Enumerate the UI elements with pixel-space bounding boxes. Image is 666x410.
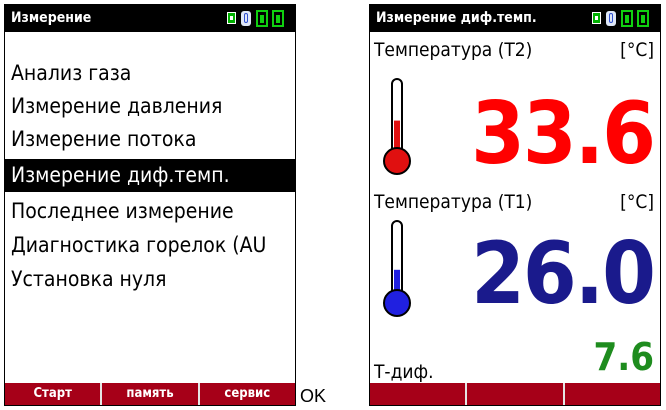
bluetooth-icon <box>241 11 251 26</box>
softkey-right[interactable] <box>564 383 660 405</box>
thermometer-icon <box>383 220 411 317</box>
start-button[interactable]: Старт <box>5 383 103 405</box>
battery-icon <box>272 10 284 27</box>
battery-icon <box>621 10 633 27</box>
softkey-middle[interactable] <box>467 383 565 405</box>
title-bar: Измерение диф.темп. <box>370 5 660 32</box>
t1-unit: [°C] <box>620 191 654 213</box>
t2-label: Температура (T2) <box>374 39 533 61</box>
screen-title: Измерение <box>11 10 92 26</box>
delta-label: Т-диф. <box>374 361 434 383</box>
menu-item-last-measurement[interactable]: Последнее измерение <box>5 195 295 228</box>
battery-icon <box>637 10 649 27</box>
menu-item-gas-analysis[interactable]: Анализ газа <box>5 57 295 90</box>
screen-title: Измерение диф.темп. <box>376 10 537 26</box>
menu-item-burner-diagnostics[interactable]: Диагностика горелок (AU <box>5 229 295 262</box>
service-button[interactable]: сервис <box>199 383 295 405</box>
t2-value: 33.6 <box>471 84 656 184</box>
softkey-left[interactable] <box>370 383 468 405</box>
t1-label: Температура (T1) <box>374 191 533 213</box>
ok-label: OK <box>300 386 327 406</box>
probe-icon <box>592 12 601 24</box>
menu-item-zero-setting[interactable]: Установка нуля <box>5 263 295 296</box>
status-icons <box>592 10 656 28</box>
status-icons <box>227 10 291 28</box>
battery-icon <box>256 10 268 27</box>
menu-item-diff-temp-measurement[interactable]: Измерение диф.темп. <box>5 159 295 192</box>
t2-unit: [°C] <box>620 39 654 61</box>
softkey-bar: Старт память сервис <box>5 383 295 405</box>
title-bar: Измерение <box>5 5 295 32</box>
t1-value: 26.0 <box>471 224 656 324</box>
probe-icon <box>227 12 236 24</box>
delta-value: 7.6 <box>593 335 654 379</box>
menu-item-flow-measurement[interactable]: Измерение потока <box>5 123 295 156</box>
diff-temp-screen: Измерение диф.темп. Температура (T2) [°C… <box>369 4 661 406</box>
menu-item-pressure-measurement[interactable]: Измерение давления <box>5 90 295 123</box>
thermometer-icon <box>383 78 411 175</box>
bluetooth-icon <box>606 11 616 26</box>
measurement-menu-screen: Измерение Анализ газа Измерение давления… <box>4 4 296 406</box>
softkey-bar <box>370 383 660 405</box>
memory-button[interactable]: память <box>102 383 200 405</box>
